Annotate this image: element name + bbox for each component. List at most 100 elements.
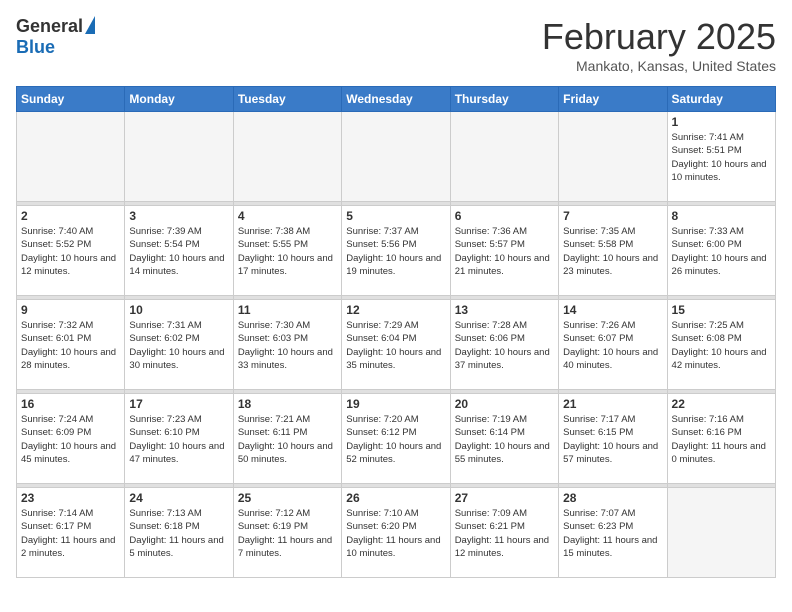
calendar-cell: 8 Sunrise: 7:33 AM Sunset: 6:00 PM Daylig… [667,206,775,296]
day-info: Sunrise: 7:17 AM Sunset: 6:15 PM Dayligh… [563,413,662,466]
logo-general-text: General [16,16,83,37]
logo: General Blue [16,16,95,58]
column-header-friday: Friday [559,87,667,112]
day-info: Sunrise: 7:07 AM Sunset: 6:23 PM Dayligh… [563,507,662,560]
day-info: Sunrise: 7:39 AM Sunset: 5:54 PM Dayligh… [129,225,228,278]
day-number: 28 [563,491,662,505]
calendar-cell: 26 Sunrise: 7:10 AM Sunset: 6:20 PM Dayli… [342,488,450,578]
calendar-cell: 10 Sunrise: 7:31 AM Sunset: 6:02 PM Dayli… [125,300,233,390]
day-number: 16 [21,397,120,411]
calendar-cell: 6 Sunrise: 7:36 AM Sunset: 5:57 PM Daylig… [450,206,558,296]
day-info: Sunrise: 7:31 AM Sunset: 6:02 PM Dayligh… [129,319,228,372]
day-info: Sunrise: 7:33 AM Sunset: 6:00 PM Dayligh… [672,225,771,278]
day-number: 7 [563,209,662,223]
calendar-cell: 4 Sunrise: 7:38 AM Sunset: 5:55 PM Daylig… [233,206,341,296]
calendar-cell: 16 Sunrise: 7:24 AM Sunset: 6:09 PM Dayli… [17,394,125,484]
calendar-cell: 13 Sunrise: 7:28 AM Sunset: 6:06 PM Dayli… [450,300,558,390]
calendar-cell: 11 Sunrise: 7:30 AM Sunset: 6:03 PM Dayli… [233,300,341,390]
calendar-cell: 27 Sunrise: 7:09 AM Sunset: 6:21 PM Dayli… [450,488,558,578]
day-info: Sunrise: 7:30 AM Sunset: 6:03 PM Dayligh… [238,319,337,372]
column-header-sunday: Sunday [17,87,125,112]
day-number: 2 [21,209,120,223]
day-number: 1 [672,115,771,129]
day-info: Sunrise: 7:37 AM Sunset: 5:56 PM Dayligh… [346,225,445,278]
calendar-week-row: 1 Sunrise: 7:41 AM Sunset: 5:51 PM Daylig… [17,112,776,202]
day-info: Sunrise: 7:28 AM Sunset: 6:06 PM Dayligh… [455,319,554,372]
calendar-table: SundayMondayTuesdayWednesdayThursdayFrid… [16,86,776,578]
day-info: Sunrise: 7:41 AM Sunset: 5:51 PM Dayligh… [672,131,771,184]
day-info: Sunrise: 7:36 AM Sunset: 5:57 PM Dayligh… [455,225,554,278]
day-number: 8 [672,209,771,223]
day-number: 4 [238,209,337,223]
day-info: Sunrise: 7:19 AM Sunset: 6:14 PM Dayligh… [455,413,554,466]
calendar-week-row: 9Sunrise: 7:32 AM Sunset: 6:01 PM Daylig… [17,300,776,390]
day-info: Sunrise: 7:10 AM Sunset: 6:20 PM Dayligh… [346,507,445,560]
title-section: February 2025 Mankato, Kansas, United St… [542,16,776,74]
calendar-cell: 17 Sunrise: 7:23 AM Sunset: 6:10 PM Dayli… [125,394,233,484]
day-number: 25 [238,491,337,505]
day-number: 17 [129,397,228,411]
column-header-wednesday: Wednesday [342,87,450,112]
calendar-cell [342,112,450,202]
day-info: Sunrise: 7:24 AM Sunset: 6:09 PM Dayligh… [21,413,120,466]
day-info: Sunrise: 7:38 AM Sunset: 5:55 PM Dayligh… [238,225,337,278]
calendar-week-row: 23 Sunrise: 7:14 AM Sunset: 6:17 PM Dayli… [17,488,776,578]
day-number: 24 [129,491,228,505]
day-number: 10 [129,303,228,317]
calendar-week-row: 16 Sunrise: 7:24 AM Sunset: 6:09 PM Dayli… [17,394,776,484]
logo-blue-text: Blue [16,37,55,58]
calendar-cell: 5 Sunrise: 7:37 AM Sunset: 5:56 PM Daylig… [342,206,450,296]
calendar-cell: 2 Sunrise: 7:40 AM Sunset: 5:52 PM Daylig… [17,206,125,296]
day-number: 21 [563,397,662,411]
day-info: Sunrise: 7:20 AM Sunset: 6:12 PM Dayligh… [346,413,445,466]
day-info: Sunrise: 7:35 AM Sunset: 5:58 PM Dayligh… [563,225,662,278]
calendar-cell: 9Sunrise: 7:32 AM Sunset: 6:01 PM Daylig… [17,300,125,390]
day-number: 13 [455,303,554,317]
calendar-cell: 22 Sunrise: 7:16 AM Sunset: 6:16 PM Dayli… [667,394,775,484]
day-number: 9 [21,303,120,317]
logo-triangle-icon [85,16,95,34]
page-header: General Blue February 2025 Mankato, Kans… [16,16,776,74]
day-number: 19 [346,397,445,411]
day-info: Sunrise: 7:16 AM Sunset: 6:16 PM Dayligh… [672,413,771,466]
day-info: Sunrise: 7:29 AM Sunset: 6:04 PM Dayligh… [346,319,445,372]
calendar-cell: 14 Sunrise: 7:26 AM Sunset: 6:07 PM Dayli… [559,300,667,390]
day-info: Sunrise: 7:26 AM Sunset: 6:07 PM Dayligh… [563,319,662,372]
day-number: 11 [238,303,337,317]
day-info: Sunrise: 7:23 AM Sunset: 6:10 PM Dayligh… [129,413,228,466]
day-info: Sunrise: 7:40 AM Sunset: 5:52 PM Dayligh… [21,225,120,278]
calendar-cell: 21 Sunrise: 7:17 AM Sunset: 6:15 PM Dayli… [559,394,667,484]
calendar-cell: 1 Sunrise: 7:41 AM Sunset: 5:51 PM Daylig… [667,112,775,202]
calendar-cell: 7 Sunrise: 7:35 AM Sunset: 5:58 PM Daylig… [559,206,667,296]
day-info: Sunrise: 7:13 AM Sunset: 6:18 PM Dayligh… [129,507,228,560]
calendar-cell [667,488,775,578]
day-info: Sunrise: 7:14 AM Sunset: 6:17 PM Dayligh… [21,507,120,560]
calendar-cell: 12Sunrise: 7:29 AM Sunset: 6:04 PM Dayli… [342,300,450,390]
calendar-cell [233,112,341,202]
day-info: Sunrise: 7:09 AM Sunset: 6:21 PM Dayligh… [455,507,554,560]
day-number: 22 [672,397,771,411]
day-info: Sunrise: 7:25 AM Sunset: 6:08 PM Dayligh… [672,319,771,372]
calendar-cell: 28 Sunrise: 7:07 AM Sunset: 6:23 PM Dayli… [559,488,667,578]
calendar-cell [450,112,558,202]
calendar-cell [559,112,667,202]
calendar-week-row: 2 Sunrise: 7:40 AM Sunset: 5:52 PM Daylig… [17,206,776,296]
calendar-cell: 19 Sunrise: 7:20 AM Sunset: 6:12 PM Dayli… [342,394,450,484]
month-title: February 2025 [542,16,776,58]
calendar-header-row: SundayMondayTuesdayWednesdayThursdayFrid… [17,87,776,112]
day-info: Sunrise: 7:12 AM Sunset: 6:19 PM Dayligh… [238,507,337,560]
day-number: 26 [346,491,445,505]
day-number: 5 [346,209,445,223]
day-number: 23 [21,491,120,505]
day-number: 6 [455,209,554,223]
day-number: 14 [563,303,662,317]
day-info: Sunrise: 7:21 AM Sunset: 6:11 PM Dayligh… [238,413,337,466]
calendar-cell: 23 Sunrise: 7:14 AM Sunset: 6:17 PM Dayli… [17,488,125,578]
calendar-cell [17,112,125,202]
column-header-thursday: Thursday [450,87,558,112]
day-number: 27 [455,491,554,505]
calendar-cell: 3Sunrise: 7:39 AM Sunset: 5:54 PM Daylig… [125,206,233,296]
day-number: 15 [672,303,771,317]
column-header-saturday: Saturday [667,87,775,112]
column-header-tuesday: Tuesday [233,87,341,112]
